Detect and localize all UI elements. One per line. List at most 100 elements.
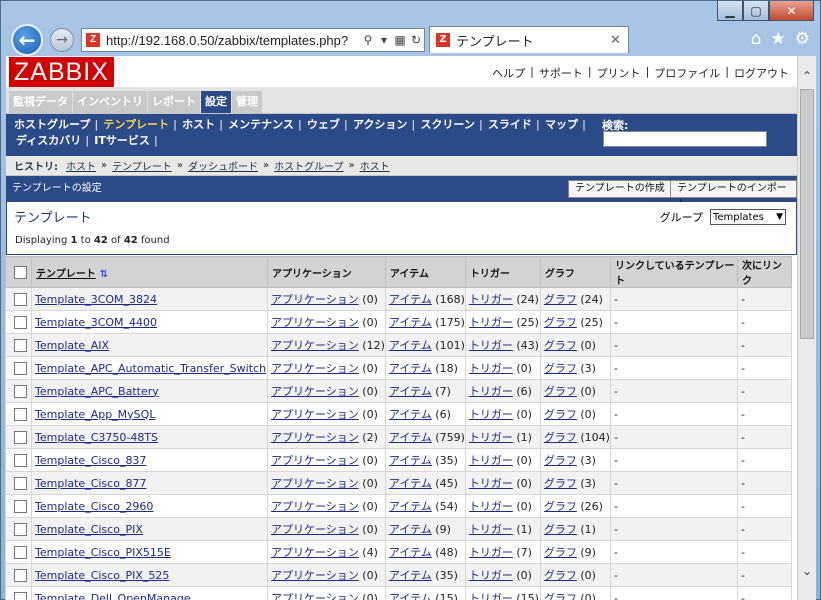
triggers-link[interactable]: トリガー xyxy=(469,523,513,536)
graphs-link[interactable]: グラフ xyxy=(544,569,577,582)
gear-icon[interactable]: ⚙ xyxy=(795,29,810,49)
submenu-discovery[interactable]: ディスカバリ xyxy=(16,133,81,149)
graphs-link[interactable]: グラフ xyxy=(544,546,577,559)
applications-link[interactable]: アプリケーション xyxy=(271,316,359,329)
history-item[interactable]: ホスト xyxy=(360,158,390,173)
triggers-link[interactable]: トリガー xyxy=(469,362,513,375)
refresh-icon[interactable]: ↻ xyxy=(408,33,424,47)
vertical-scrollbar[interactable]: ⌃ ⌄ xyxy=(797,56,816,600)
items-link[interactable]: アイテム xyxy=(389,385,432,398)
items-link[interactable]: アイテム xyxy=(389,408,432,421)
triggers-link[interactable]: トリガー xyxy=(469,592,513,600)
items-link[interactable]: アイテム xyxy=(389,316,432,329)
row-checkbox[interactable] xyxy=(14,292,27,306)
applications-link[interactable]: アプリケーション xyxy=(271,431,359,444)
menu-inventory[interactable]: インベントリ xyxy=(73,91,147,113)
submenu-hosts[interactable]: ホスト xyxy=(182,117,215,133)
close-window-button[interactable]: ✕ xyxy=(769,1,814,21)
submenu-templates[interactable]: テンプレート xyxy=(103,117,169,133)
star-icon[interactable]: ★ xyxy=(771,29,786,49)
items-link[interactable]: アイテム xyxy=(389,339,432,352)
template-name-link[interactable]: Template_Cisco_PIX515E xyxy=(35,546,171,559)
triggers-link[interactable]: トリガー xyxy=(469,569,513,582)
address-bar[interactable]: Z http://192.168.0.50/zabbix/templates.p… xyxy=(81,28,425,52)
items-link[interactable]: アイテム xyxy=(389,293,432,306)
template-name-link[interactable]: Template_App_MySQL xyxy=(35,408,155,421)
history-item[interactable]: ホスト xyxy=(66,158,96,173)
history-item[interactable]: ホストグループ xyxy=(274,158,343,173)
scroll-up-icon[interactable]: ⌃ xyxy=(798,66,816,86)
graphs-link[interactable]: グラフ xyxy=(544,477,577,490)
triggers-link[interactable]: トリガー xyxy=(469,385,513,398)
items-link[interactable]: アイテム xyxy=(389,500,432,513)
template-name-link[interactable]: Template_Cisco_PIX xyxy=(35,523,143,536)
row-checkbox[interactable] xyxy=(14,522,27,536)
template-name-link[interactable]: Template_3COM_3824 xyxy=(35,293,157,306)
triggers-link[interactable]: トリガー xyxy=(469,293,513,306)
items-link[interactable]: アイテム xyxy=(389,431,432,444)
submenu-screens[interactable]: スクリーン xyxy=(420,117,474,133)
row-checkbox[interactable] xyxy=(14,568,27,582)
row-checkbox[interactable] xyxy=(14,499,27,513)
row-checkbox[interactable] xyxy=(14,384,27,398)
row-checkbox[interactable] xyxy=(14,545,27,559)
graphs-link[interactable]: グラフ xyxy=(544,316,577,329)
row-checkbox[interactable] xyxy=(14,338,27,352)
triggers-link[interactable]: トリガー xyxy=(469,546,513,559)
row-checkbox[interactable] xyxy=(14,591,27,600)
history-item[interactable]: テンプレート xyxy=(112,158,172,173)
triggers-link[interactable]: トリガー xyxy=(469,477,513,490)
dropdown-icon[interactable]: ▾ xyxy=(376,33,392,47)
tab-close-icon[interactable]: ✕ xyxy=(610,33,628,48)
triggers-link[interactable]: トリガー xyxy=(469,454,513,467)
graphs-link[interactable]: グラフ xyxy=(544,431,577,444)
template-name-link[interactable]: Template_C3750-48TS xyxy=(35,431,158,444)
template-name-link[interactable]: Template_AIX xyxy=(35,339,109,352)
graphs-link[interactable]: グラフ xyxy=(544,408,577,421)
search-input[interactable] xyxy=(603,131,767,147)
zabbix-logo[interactable]: ZABBIX xyxy=(9,57,114,87)
submenu-actions[interactable]: アクション xyxy=(353,117,407,133)
help-link[interactable]: ヘルプ xyxy=(492,65,525,81)
applications-link[interactable]: アプリケーション xyxy=(271,569,359,582)
triggers-link[interactable]: トリガー xyxy=(469,408,513,421)
applications-link[interactable]: アプリケーション xyxy=(271,454,359,467)
graphs-link[interactable]: グラフ xyxy=(544,500,577,513)
applications-link[interactable]: アプリケーション xyxy=(271,408,359,421)
applications-link[interactable]: アプリケーション xyxy=(271,592,359,600)
row-checkbox[interactable] xyxy=(14,407,27,421)
submenu-maps[interactable]: マップ xyxy=(545,117,578,133)
maximize-button[interactable]: ▢ xyxy=(743,1,769,21)
triggers-link[interactable]: トリガー xyxy=(469,500,513,513)
applications-link[interactable]: アプリケーション xyxy=(271,385,359,398)
graphs-link[interactable]: グラフ xyxy=(544,293,577,306)
create-template-button[interactable]: テンプレートの作成 xyxy=(568,180,672,198)
select-all-checkbox[interactable] xyxy=(14,265,27,279)
template-name-link[interactable]: Template_Cisco_PIX_525 xyxy=(35,569,169,582)
submenu-web[interactable]: ウェブ xyxy=(307,117,340,133)
menu-monitoring[interactable]: 監視データ xyxy=(9,91,72,113)
forward-icon[interactable]: → xyxy=(50,28,74,52)
row-checkbox[interactable] xyxy=(14,361,27,375)
applications-link[interactable]: アプリケーション xyxy=(271,477,359,490)
menu-configuration[interactable]: 設定 xyxy=(201,91,231,113)
template-name-link[interactable]: Template_Dell_OpenManage xyxy=(35,592,191,600)
submenu-host-groups[interactable]: ホストグループ xyxy=(14,117,90,133)
graphs-link[interactable]: グラフ xyxy=(544,592,577,600)
graphs-link[interactable]: グラフ xyxy=(544,454,577,467)
submenu-it-services[interactable]: ITサービス xyxy=(94,133,150,149)
minimize-button[interactable]: ▁ xyxy=(717,1,743,21)
history-item[interactable]: ダッシュボード xyxy=(188,158,258,173)
import-template-button[interactable]: テンプレートのインポート xyxy=(670,180,797,210)
template-name-link[interactable]: Template_APC_Automatic_Transfer_Switch xyxy=(35,362,266,375)
row-checkbox[interactable] xyxy=(14,453,27,467)
applications-link[interactable]: アプリケーション xyxy=(271,546,359,559)
template-name-link[interactable]: Template_Cisco_837 xyxy=(35,454,146,467)
triggers-link[interactable]: トリガー xyxy=(469,316,513,329)
menu-reports[interactable]: レポート xyxy=(148,91,200,113)
triggers-link[interactable]: トリガー xyxy=(469,431,513,444)
row-checkbox[interactable] xyxy=(14,430,27,444)
scroll-thumb[interactable] xyxy=(800,89,814,339)
scroll-down-icon[interactable]: ⌄ xyxy=(798,561,816,581)
applications-link[interactable]: アプリケーション xyxy=(271,362,359,375)
